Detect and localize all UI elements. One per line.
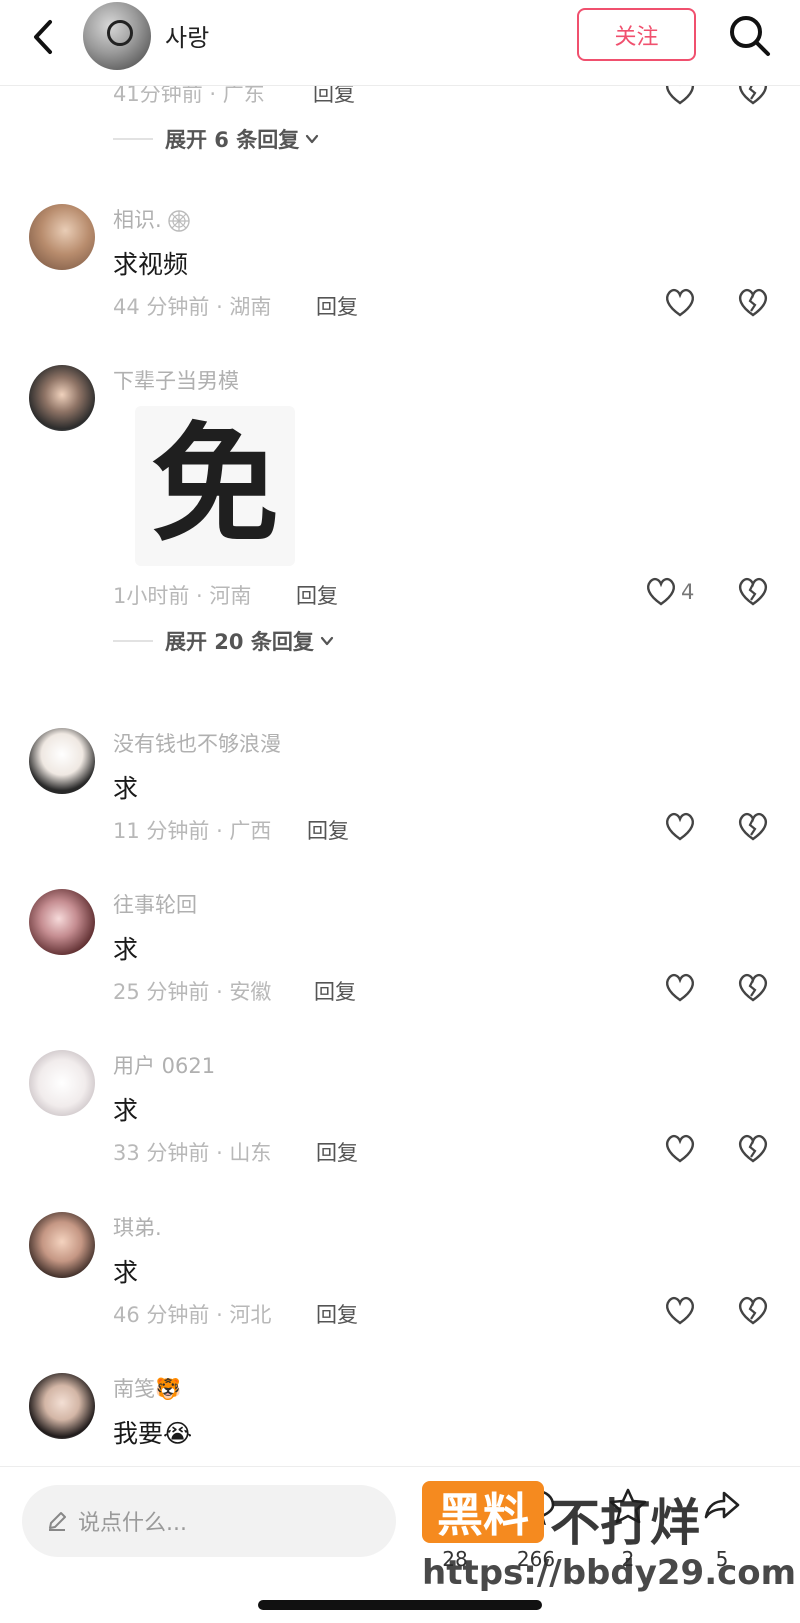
share-arrow-icon [704,1491,740,1519]
comment-item: 用户 0621 求 33 分钟前 · 山东 回复 [0,1050,800,1165]
tiger-emoji-icon: 🐯 [155,1377,182,1401]
comment-meta: 25 分钟前 · 安徽 [113,980,272,1004]
comment-text-body: 我要 [113,1419,164,1448]
avatar[interactable] [29,204,95,270]
comment-count: 266 [516,1547,556,1571]
spiderweb-icon [167,210,190,232]
comment-meta: 11 分钟前 · 广西 [113,819,272,843]
comment-item: 下辈子当男模 免 1小时前 · 河南 回复 4 [0,365,800,625]
comment-item: 琪弟. 求 46 分钟前 · 河北 回复 [0,1212,800,1327]
broken-heart-icon[interactable] [736,1132,770,1164]
reply-button[interactable]: 回复 [316,1137,358,1167]
broken-heart-icon[interactable] [736,286,770,318]
comment-item: 相识. 求视频 44 分钟前 · 湖南 回复 [0,204,800,319]
avatar[interactable] [29,1050,95,1116]
chevron-left-icon [34,20,52,54]
star-icon [609,1488,647,1524]
comment-text: 求 [113,935,139,964]
reply-button[interactable]: 回复 [316,291,358,321]
avatar[interactable] [29,1373,95,1439]
heart-icon[interactable] [663,86,697,106]
comment-bubble-icon [517,1489,555,1525]
heart-icon[interactable] [644,575,678,607]
comment-meta: 33 分钟前 · 山东 [113,1141,272,1165]
comment-author[interactable]: 用户 0621 [113,1050,215,1080]
sticker-glyph: 免 [150,411,279,560]
author-name[interactable]: 사랑 [165,18,209,53]
heart-icon [438,1490,472,1524]
share-action[interactable]: 5 [692,1487,752,1587]
author-avatar[interactable] [83,2,151,70]
heart-icon[interactable] [663,286,697,318]
comment-author[interactable]: 下辈子当男模 [113,365,239,395]
like-count: 28 [442,1547,468,1571]
avatar[interactable] [29,889,95,955]
favorite-action[interactable]: 2 [598,1487,658,1587]
comment-author[interactable]: 相识. [113,204,192,234]
expand-replies-button[interactable]: 展开 20 条回复 [113,626,334,656]
comment-item: 往事轮回 求 25 分钟前 · 安徽 回复 [0,889,800,1004]
expand-replies-button[interactable]: 展开 6 条回复 [113,124,319,154]
follow-button[interactable]: 关注 [577,8,696,61]
search-button[interactable] [726,12,774,60]
share-count: 5 [715,1547,729,1571]
heart-icon[interactable] [663,810,697,842]
expand-replies-label: 展开 6 条回复 [165,128,300,152]
pencil-icon [49,1512,66,1531]
comment-author[interactable]: 往事轮回 [113,889,197,919]
comment-meta: 44 分钟前 · 湖南 [113,295,272,319]
like-count: 4 [681,580,695,604]
comment-text: 求 [113,774,139,803]
like-action[interactable]: 28 [425,1487,485,1587]
avatar[interactable] [29,728,95,794]
heart-icon[interactable] [663,1132,697,1164]
broken-heart-icon[interactable] [736,810,770,842]
comment-author[interactable]: 南笺🐯 [113,1373,181,1403]
comment-meta: 41分钟前 · 广东 [113,86,265,106]
comment-item: 南笺🐯 我要😭 [0,1373,800,1466]
chevron-down-icon [306,134,319,144]
comment-action[interactable]: 266 [506,1487,566,1587]
author-name: 相识. [113,208,162,232]
avatar[interactable] [29,1212,95,1278]
heart-icon[interactable] [663,1294,697,1326]
comment-input[interactable]: 说点什么... [22,1485,396,1557]
comment-text: 我要😭 [113,1414,192,1450]
comment-list[interactable]: 41分钟前 · 广东 回复 展开 6 条回复 相识. 求视频 44 分钟前 · … [0,86,800,1466]
broken-heart-icon[interactable] [736,86,770,106]
comment-text: 求 [113,1258,139,1287]
reply-button[interactable]: 回复 [316,1299,358,1329]
back-button[interactable] [26,14,66,60]
divider-line [113,138,153,140]
search-icon [730,16,770,56]
reply-button[interactable]: 回复 [296,580,338,610]
reply-button[interactable]: 回复 [307,815,349,845]
comment-meta: 1小时前 · 河南 [113,584,252,608]
chevron-down-icon [320,636,333,646]
comment-author[interactable]: 没有钱也不够浪漫 [113,728,281,758]
comment-item: 没有钱也不够浪漫 求 11 分钟前 · 广西 回复 [0,728,800,843]
comment-input-placeholder: 说点什么... [78,1511,187,1536]
broken-heart-icon[interactable] [736,1294,770,1326]
reply-button[interactable]: 回复 [313,86,355,108]
top-bar: 사랑 关注 [0,0,800,86]
broken-heart-icon[interactable] [736,971,770,1003]
comment-text: 求 [113,1096,139,1125]
expand-replies-label: 展开 20 条回复 [165,630,314,654]
divider-line [113,640,153,642]
reply-button[interactable]: 回复 [314,976,356,1006]
comment-text: 求视频 [113,250,189,279]
avatar[interactable] [29,365,95,431]
comment-author[interactable]: 琪弟. [113,1212,162,1242]
broken-heart-icon[interactable] [736,575,770,607]
sticker-image[interactable]: 免 [135,406,295,566]
home-indicator[interactable] [258,1600,542,1610]
favorite-count: 2 [621,1547,635,1571]
comment-meta: 46 分钟前 · 河北 [113,1303,272,1327]
author-name: 南笺 [113,1377,155,1401]
heart-icon[interactable] [663,971,697,1003]
crying-emoji-icon: 😭 [163,1419,193,1448]
